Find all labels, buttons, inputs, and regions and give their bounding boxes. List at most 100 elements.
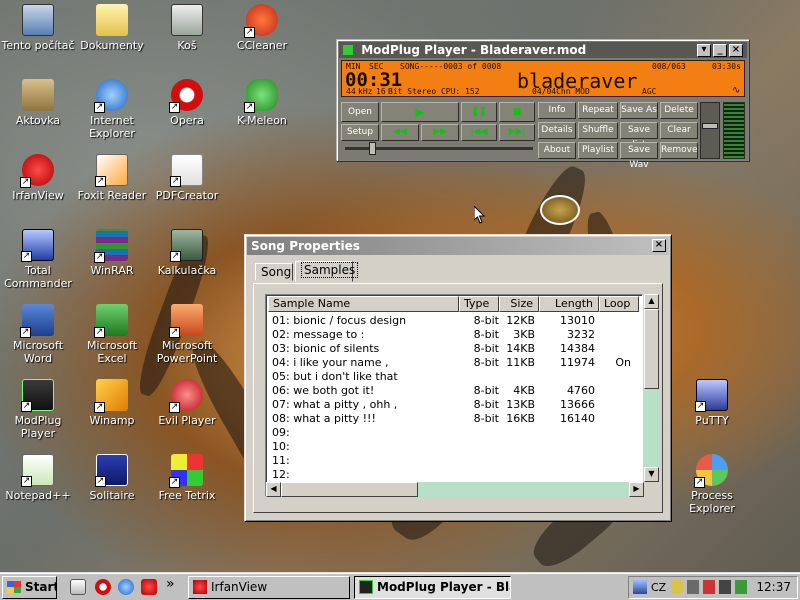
- desktop-icon-total-commander[interactable]: ↗ Total Commander: [1, 229, 75, 290]
- fast-forward-button[interactable]: ▶▶: [421, 124, 459, 141]
- horizontal-scroll-thumb[interactable]: [281, 482, 418, 497]
- scroll-up-button[interactable]: ▲: [644, 294, 659, 309]
- delete-button[interactable]: Delete: [660, 102, 698, 119]
- volume-slider-thumb[interactable]: [702, 123, 718, 129]
- desktop-icon-irfanview[interactable]: ↗ IrfanView: [1, 154, 75, 202]
- table-row[interactable]: 09:: [268, 426, 640, 440]
- table-row[interactable]: 03: bionic of silents 8-bit 14KB 14384: [268, 342, 640, 356]
- column-header-length[interactable]: Length: [539, 296, 599, 312]
- desktop-icon-k-meleon[interactable]: ↗ K-Meleon: [225, 79, 299, 127]
- desktop-icon-foxit-reader[interactable]: ↗ Foxit Reader: [75, 154, 149, 202]
- setup-button[interactable]: Setup: [341, 124, 379, 141]
- desktop-icon-excel[interactable]: ↗ Microsoft Excel: [75, 304, 149, 365]
- desktop-icon-evil-player[interactable]: ↗ Evil Player: [150, 379, 224, 427]
- save-as-button[interactable]: Save As: [620, 102, 658, 119]
- column-header-sample-name[interactable]: Sample Name: [268, 296, 459, 312]
- info-button[interactable]: Info: [538, 102, 576, 119]
- column-header-loop[interactable]: Loop: [599, 296, 639, 312]
- repeat-button[interactable]: Repeat: [578, 102, 618, 119]
- quick-launch-internet-explorer-icon[interactable]: [118, 579, 134, 595]
- remove-button[interactable]: Remove: [660, 142, 698, 159]
- start-button[interactable]: Start: [2, 576, 57, 599]
- desktop-icon-notepad-plus-plus[interactable]: ↗ Notepad++: [1, 454, 75, 502]
- table-row[interactable]: 05: but i don't like that: [268, 370, 640, 384]
- table-row[interactable]: 11:: [268, 454, 640, 468]
- desktop-icon-process-explorer[interactable]: ↗ Process Explorer: [675, 454, 749, 515]
- clear-button[interactable]: Clear: [660, 122, 698, 139]
- desktop-icon-word[interactable]: ↗ Microsoft Word: [1, 304, 75, 365]
- tray-volume-icon[interactable]: [719, 580, 731, 594]
- desktop-icon-opera[interactable]: ↗ Opera: [150, 79, 224, 127]
- column-header-size[interactable]: Size: [499, 296, 539, 312]
- table-row[interactable]: 01: bionic / focus design 8-bit 12KB 13010: [268, 314, 640, 328]
- tray-network-icon[interactable]: [671, 580, 683, 594]
- desktop-icon-documents[interactable]: Dokumenty: [75, 4, 149, 52]
- desktop-icon-modplug-player[interactable]: ↗ ModPlug Player: [1, 379, 75, 440]
- minimize-button[interactable]: _: [713, 44, 727, 57]
- tab-samples[interactable]: Samples: [295, 261, 359, 282]
- desktop-icon-recycle-bin[interactable]: Koš: [150, 4, 224, 52]
- shuffle-button[interactable]: Shuffle: [578, 122, 618, 139]
- previous-track-button[interactable]: |◀◀: [461, 124, 497, 141]
- song-properties-titlebar[interactable]: Song Properties ×: [247, 237, 669, 255]
- quick-launch-irfanview-icon[interactable]: [141, 579, 157, 595]
- desktop-icon-pdfcreator[interactable]: ↗ PDFCreator: [150, 154, 224, 202]
- column-header-type[interactable]: Type: [459, 296, 499, 312]
- open-button[interactable]: Open: [341, 102, 379, 122]
- desktop-icon-solitaire[interactable]: ↗ Solitaire: [75, 454, 149, 502]
- desktop-icon-powerpoint[interactable]: ↗ Microsoft PowerPoint: [150, 304, 224, 365]
- vertical-scrollbar[interactable]: ▲ ▼: [644, 294, 659, 482]
- seek-slider[interactable]: [345, 142, 533, 155]
- table-row[interactable]: 07: what a pitty , ohh , 8-bit 13KB 13666: [268, 398, 640, 412]
- save-wav-button[interactable]: Save Wav: [620, 142, 658, 170]
- quick-launch-more-button[interactable]: »: [166, 576, 175, 592]
- taskbar-button-modplug-player[interactable]: ModPlug Player - Bla...: [354, 576, 511, 599]
- tab-song[interactable]: Song: [255, 263, 293, 281]
- tray-app-icon[interactable]: [633, 580, 647, 594]
- dialog-close-button[interactable]: ×: [652, 239, 666, 252]
- scroll-down-button[interactable]: ▼: [644, 467, 659, 482]
- about-button[interactable]: About: [538, 142, 576, 159]
- table-row[interactable]: 08: what a pitty !!! 8-bit 16KB 16140: [268, 412, 640, 426]
- playlist-button[interactable]: Playlist: [578, 142, 618, 159]
- rewind-button[interactable]: ◀◀: [381, 124, 419, 141]
- tray-security-icon[interactable]: [703, 580, 715, 594]
- next-track-button[interactable]: ▶▶|: [499, 124, 535, 141]
- desktop-icon-putty[interactable]: ↗ PuTTY: [675, 379, 749, 427]
- samples-list[interactable]: Sample Name Type Size Length Loop 01: bi…: [265, 294, 643, 497]
- scroll-right-button[interactable]: ▶: [629, 482, 644, 497]
- seek-slider-thumb[interactable]: [369, 142, 376, 155]
- save-list-button[interactable]: Save list: [620, 122, 658, 150]
- desktop-icon-calculator[interactable]: ↗ Kalkulačka: [150, 229, 224, 277]
- desktop-icon-winrar[interactable]: ↗ WinRAR: [75, 229, 149, 277]
- vertical-scroll-thumb[interactable]: [644, 309, 659, 389]
- play-button[interactable]: ▶: [381, 102, 459, 122]
- table-row[interactable]: 04: i like your name , 8-bit 11KB 11974 On: [268, 356, 640, 370]
- modplug-titlebar[interactable]: ModPlug Player - Bladeraver.mod ▾ _ ×: [339, 42, 747, 58]
- clock[interactable]: 12:37: [756, 580, 791, 594]
- desktop-icon-my-computer[interactable]: Tento počítač: [1, 4, 75, 52]
- table-row[interactable]: 10:: [268, 440, 640, 454]
- table-row[interactable]: 12:: [268, 468, 640, 482]
- quick-launch-edit-icon[interactable]: [70, 579, 86, 595]
- quick-launch-opera-icon[interactable]: [95, 579, 111, 595]
- desktop-icon-winamp[interactable]: ↗ Winamp: [75, 379, 149, 427]
- table-row[interactable]: 02: message to : 8-bit 3KB 3232: [268, 328, 640, 342]
- language-indicator[interactable]: CZ: [651, 581, 666, 594]
- close-button[interactable]: ×: [729, 44, 743, 57]
- pause-button[interactable]: ❚❚: [461, 102, 497, 122]
- desktop-icon-briefcase[interactable]: Aktovka: [1, 79, 75, 127]
- scroll-left-button[interactable]: ◀: [266, 482, 281, 497]
- desktop-icon-free-tetrix[interactable]: ↗ Free Tetrix: [150, 454, 224, 502]
- taskbar-button-irfanview[interactable]: IrfanView: [188, 576, 350, 599]
- menu-dropdown-button[interactable]: ▾: [697, 44, 711, 57]
- table-row[interactable]: 06: we both got it! 8-bit 4KB 4760: [268, 384, 640, 398]
- volume-slider[interactable]: [700, 102, 720, 159]
- details-button[interactable]: Details: [538, 122, 576, 139]
- desktop-icon-internet-explorer[interactable]: ↗ Internet Explorer: [75, 79, 149, 140]
- desktop-icon-ccleaner[interactable]: ↗ CCleaner: [225, 4, 299, 52]
- stop-button[interactable]: ■: [499, 102, 535, 122]
- horizontal-scrollbar[interactable]: ◀ ▶: [266, 482, 644, 497]
- tray-usb-icon[interactable]: [735, 580, 747, 594]
- tray-speaker-icon[interactable]: [687, 580, 699, 594]
